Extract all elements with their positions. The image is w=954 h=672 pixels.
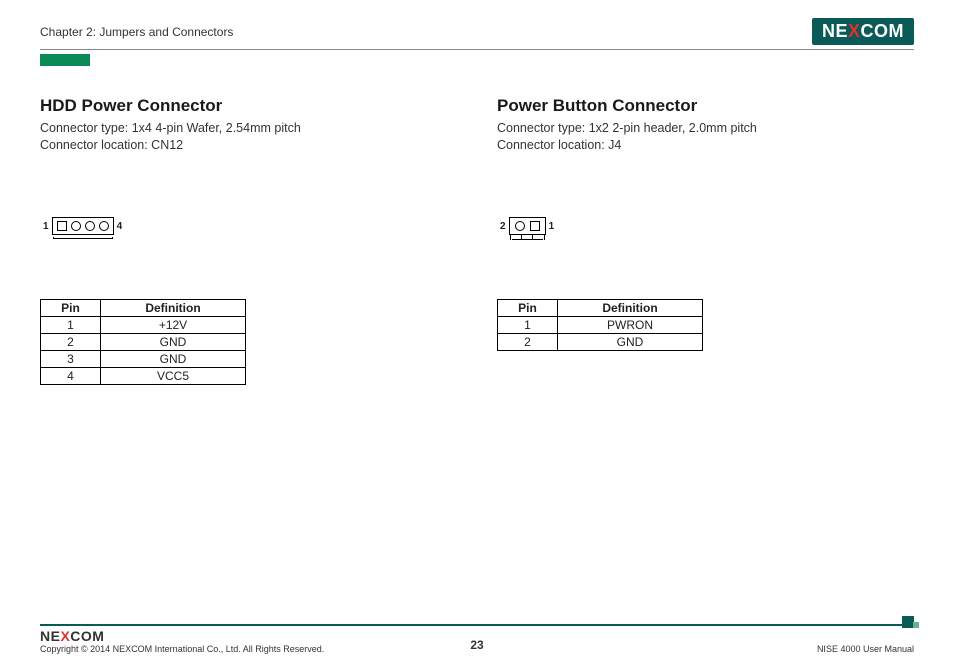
copyright-text: Copyright © 2014 NEXCOM International Co… (40, 644, 324, 654)
pwr-pin2-label: 2 (500, 221, 506, 232)
hdd-power-section: HDD Power Connector Connector type: 1x4 … (40, 96, 457, 385)
page-number: 23 (470, 638, 483, 652)
nexcom-logo-top: NEXCOM (812, 18, 914, 45)
footer-rule (40, 624, 914, 626)
header-2pin-body (509, 217, 546, 235)
table-row: 2GND (41, 333, 246, 350)
pin-square-icon (57, 221, 67, 231)
pin-circle-icon (515, 221, 525, 231)
footer-accent-squares (902, 610, 919, 628)
pwr-pin1-label: 1 (549, 221, 555, 232)
hdd-connector-diagram: 1 4 (40, 179, 457, 274)
hdd-connector-type: Connector type: 1x4 4-pin Wafer, 2.54mm … (40, 120, 457, 137)
pin-circle-icon (71, 221, 81, 231)
content-area: HDD Power Connector Connector type: 1x4 … (40, 96, 914, 385)
table-row: 2GND (498, 333, 703, 350)
pwr-section-title: Power Button Connector (497, 96, 914, 116)
header-notch (510, 235, 545, 240)
table-row: 1+12V (41, 316, 246, 333)
pwr-pin-table: Pin Definition 1PWRON 2GND (497, 299, 703, 351)
pwr-connector-location: Connector location: J4 (497, 137, 914, 154)
nexcom-logo-bottom: NEXCOM (40, 628, 324, 644)
pwr-connector-diagram: 2 1 (497, 179, 914, 274)
page-footer: NEXCOM Copyright © 2014 NEXCOM Internati… (40, 624, 914, 654)
table-header-pin: Pin (41, 299, 101, 316)
pin-square-icon (530, 221, 540, 231)
table-header-definition: Definition (558, 299, 703, 316)
hdd-connector-location: Connector location: CN12 (40, 137, 457, 154)
page-header: Chapter 2: Jumpers and Connectors NEXCOM (40, 18, 914, 50)
pwr-connector-type: Connector type: 1x2 2-pin header, 2.0mm … (497, 120, 914, 137)
hdd-pin4-label: 4 (117, 221, 123, 232)
table-row: 3GND (41, 350, 246, 367)
pin-circle-icon (85, 221, 95, 231)
table-header-definition: Definition (101, 299, 246, 316)
chapter-title: Chapter 2: Jumpers and Connectors (40, 25, 233, 39)
table-row: 4VCC5 (41, 367, 246, 384)
header-accent-bar (40, 54, 90, 66)
table-row: 1PWRON (498, 316, 703, 333)
wafer-underline (53, 237, 113, 239)
hdd-pin1-label: 1 (43, 221, 49, 232)
hdd-section-title: HDD Power Connector (40, 96, 457, 116)
pin-circle-icon (99, 221, 109, 231)
wafer-4pin-body (52, 217, 114, 235)
hdd-pin-table: Pin Definition 1+12V 2GND 3GND 4VCC5 (40, 299, 246, 385)
power-button-section: Power Button Connector Connector type: 1… (497, 96, 914, 385)
manual-name: NISE 4000 User Manual (817, 644, 914, 654)
table-header-pin: Pin (498, 299, 558, 316)
